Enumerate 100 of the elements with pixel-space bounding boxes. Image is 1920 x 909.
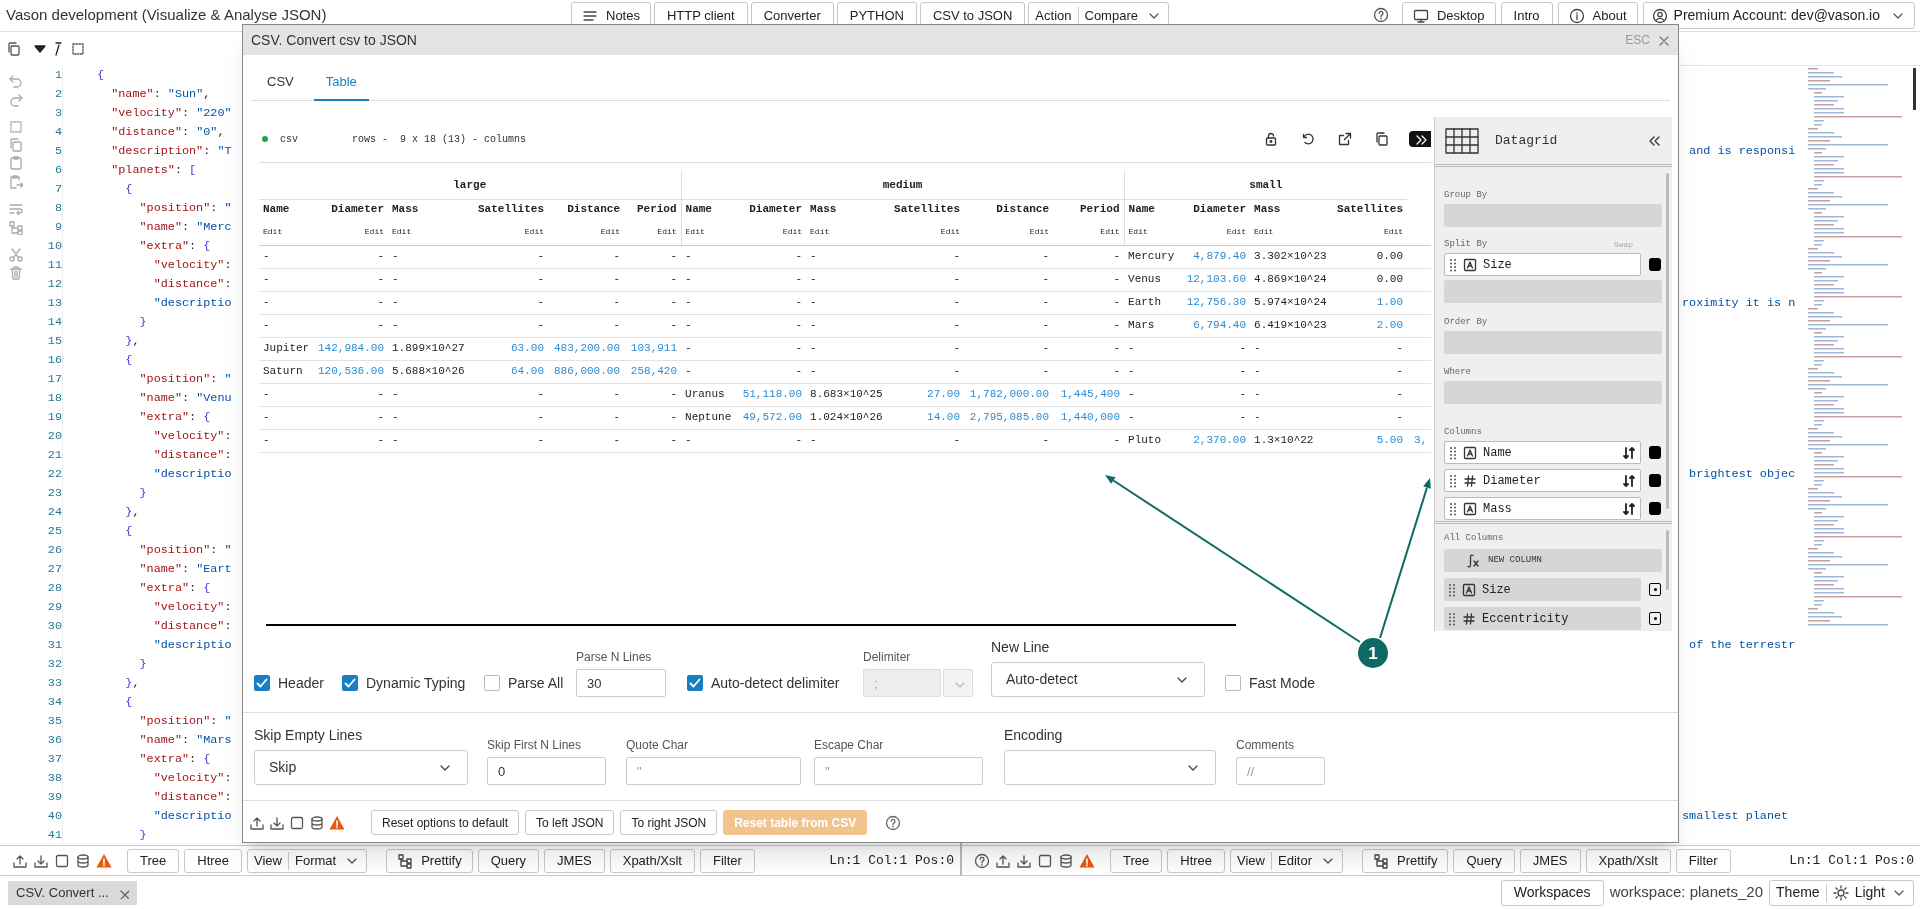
lock-icon[interactable] xyxy=(1263,131,1279,147)
select-field[interactable]: Skip xyxy=(254,750,468,785)
edit-link[interactable]: Edit xyxy=(1180,219,1251,245)
drag-handle-icon[interactable] xyxy=(1449,501,1457,516)
column-item[interactable]: Mass xyxy=(1444,497,1641,520)
edit-link[interactable]: Edit xyxy=(681,219,736,245)
input-field[interactable]: 30 xyxy=(576,669,666,697)
window-tab[interactable]: CSV. Convert ... xyxy=(8,880,137,905)
account-button[interactable]: Premium Account: dev@vason.io xyxy=(1642,2,1915,29)
toolbar-button[interactable]: Query xyxy=(1453,848,1515,873)
tab[interactable]: CSV xyxy=(255,65,306,101)
checkbox-icon[interactable] xyxy=(1037,852,1053,869)
drag-handle-icon[interactable] xyxy=(1448,582,1456,597)
warning-icon[interactable] xyxy=(1079,852,1095,869)
dropdown-button[interactable]: View Editor xyxy=(1230,848,1343,873)
action-button[interactable]: To right JSON xyxy=(620,810,718,835)
drag-handle-icon[interactable] xyxy=(1449,473,1457,488)
copy-icon[interactable] xyxy=(1374,131,1390,147)
action-button[interactable]: Reset options to default xyxy=(371,810,520,835)
help-icon[interactable] xyxy=(1372,6,1391,25)
drag-handle-icon[interactable] xyxy=(1448,611,1456,626)
undo-icon[interactable] xyxy=(1300,131,1316,147)
database-icon[interactable] xyxy=(309,814,325,831)
toggle-checkbox[interactable] xyxy=(1649,446,1661,459)
checkbox[interactable] xyxy=(484,675,500,691)
select-field[interactable]: Auto-detect xyxy=(991,662,1205,697)
toggle-checkbox[interactable] xyxy=(1649,258,1661,271)
input-field[interactable]: " xyxy=(814,757,983,785)
input-field[interactable]: 0 xyxy=(487,757,606,785)
new-column-button[interactable]: NEW COLUMN xyxy=(1444,549,1662,572)
help-icon[interactable] xyxy=(974,852,990,869)
toolbar-button[interactable]: JMES xyxy=(1519,848,1581,873)
external-link-icon[interactable] xyxy=(1337,131,1353,147)
checkbox-icon[interactable] xyxy=(289,814,305,831)
column-item[interactable]: Diameter xyxy=(1444,469,1641,492)
toolbar-button[interactable]: Prettify xyxy=(1361,848,1449,873)
edit-link[interactable]: Edit xyxy=(1053,219,1125,245)
edit-link[interactable]: Edit xyxy=(806,219,891,245)
database-icon[interactable] xyxy=(1058,852,1074,869)
theme-dropdown[interactable]: Theme Light xyxy=(1769,879,1914,906)
toolbar-button[interactable]: Query xyxy=(477,848,540,873)
checkbox[interactable] xyxy=(342,675,358,691)
drag-handle-icon[interactable] xyxy=(1449,445,1457,460)
toolbar-button[interactable]: Prettify xyxy=(386,848,473,873)
scrollbar-thumb[interactable] xyxy=(1913,68,1916,110)
toolbar-button[interactable]: Tree xyxy=(127,848,180,873)
toolbar-button[interactable]: Htree xyxy=(1167,848,1226,873)
edit-link[interactable]: Edit xyxy=(388,219,474,245)
column-toggle[interactable] xyxy=(1649,583,1661,596)
toolbar-button[interactable]: Xpath/Xslt xyxy=(609,848,695,873)
input-field[interactable]: // xyxy=(1236,757,1325,785)
column-item[interactable]: Size xyxy=(1444,578,1641,601)
dropdown-button[interactable]: View Format xyxy=(247,848,368,873)
edit-link[interactable]: Edit xyxy=(964,219,1054,245)
toolbar-button[interactable]: Xpath/Xslt xyxy=(1585,848,1671,873)
toolbar-button[interactable]: Filter xyxy=(1675,848,1731,873)
toolbar-button[interactable]: Tree xyxy=(1110,848,1163,873)
sort-icon[interactable] xyxy=(1622,501,1636,516)
edit-link[interactable]: Edit xyxy=(1124,219,1181,245)
help-icon[interactable] xyxy=(885,814,902,831)
edit-link[interactable]: Edit xyxy=(474,219,548,245)
column-item[interactable]: Size xyxy=(1444,253,1641,276)
warning-icon[interactable] xyxy=(96,852,112,869)
column-item[interactable]: Eccentricity xyxy=(1444,607,1641,630)
workspaces-button[interactable]: Workspaces xyxy=(1500,879,1604,906)
edit-link[interactable]: Edit xyxy=(624,219,682,245)
clipboard-icon[interactable] xyxy=(7,155,23,170)
checkbox-icon[interactable] xyxy=(54,852,70,869)
database-icon[interactable] xyxy=(75,852,91,869)
edit-link[interactable]: Edit xyxy=(313,219,388,245)
toolbar-button[interactable]: Filter xyxy=(700,848,755,873)
edit-link[interactable]: Edit xyxy=(1250,219,1334,245)
checkbox[interactable] xyxy=(687,675,703,691)
action-button[interactable]: To left JSON xyxy=(525,810,615,835)
column-toggle[interactable] xyxy=(1649,612,1661,625)
select-field[interactable] xyxy=(1004,750,1216,785)
toggle-checkbox[interactable] xyxy=(1649,474,1661,487)
scrollbar[interactable] xyxy=(1666,173,1669,509)
edit-link[interactable]: Edit xyxy=(548,219,624,245)
toolbar-button[interactable]: JMES xyxy=(544,848,605,873)
clipboard-arrow-icon[interactable] xyxy=(7,174,23,189)
edit-link[interactable]: Edit xyxy=(735,219,807,245)
drag-handle-icon[interactable] xyxy=(1449,257,1457,272)
edit-link[interactable]: Edit xyxy=(259,219,313,245)
warning-icon[interactable] xyxy=(329,814,345,831)
sort-icon[interactable] xyxy=(1622,473,1636,488)
scrollbar[interactable] xyxy=(1666,530,1669,590)
input-field[interactable]: " xyxy=(626,757,801,785)
dashed-square-icon[interactable] xyxy=(70,41,86,57)
edit-link[interactable]: Edit xyxy=(1333,219,1408,245)
expand-panel-button[interactable] xyxy=(1409,131,1431,147)
toolbar-button[interactable]: Htree xyxy=(184,848,243,873)
column-item[interactable]: Name xyxy=(1444,441,1641,464)
tab[interactable]: Table xyxy=(313,65,369,101)
checkbox[interactable] xyxy=(254,675,270,691)
toggle-checkbox[interactable] xyxy=(1649,502,1661,515)
edit-link[interactable]: Edit xyxy=(890,219,965,245)
copy-icon[interactable] xyxy=(6,41,22,57)
sort-icon[interactable] xyxy=(1622,445,1636,460)
checkbox[interactable] xyxy=(1225,675,1241,691)
